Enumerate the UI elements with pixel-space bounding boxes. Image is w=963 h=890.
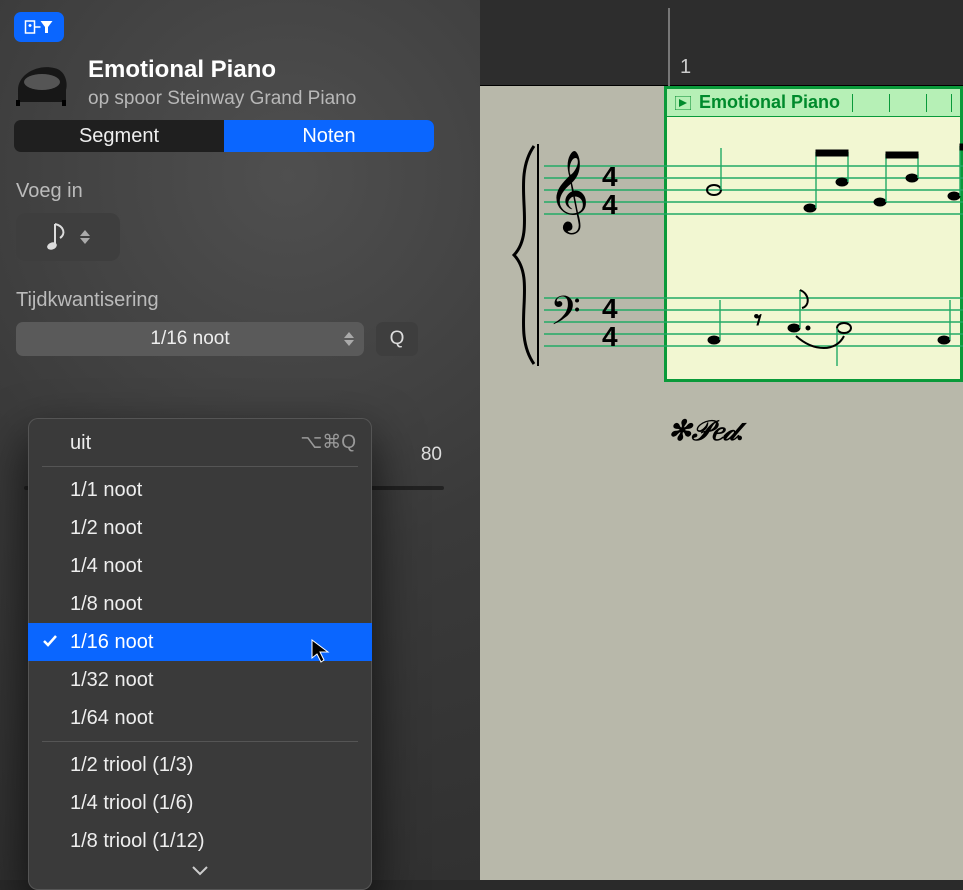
tab-noten[interactable]: Noten bbox=[224, 120, 434, 152]
stepper-icon bbox=[80, 230, 90, 244]
dropdown-item-label: 1/8 triool (1/12) bbox=[70, 830, 205, 852]
notation-area: 𝄞 4 4 bbox=[504, 140, 963, 440]
dropdown-item-label: 1/4 triool (1/6) bbox=[70, 792, 193, 814]
piano-icon bbox=[14, 60, 70, 106]
filter-icon bbox=[24, 18, 54, 36]
quantize-label: Tijdkwantisering bbox=[16, 289, 468, 312]
dropdown-item-off[interactable]: uit ⌥⌘Q bbox=[28, 424, 372, 462]
score-view[interactable]: 1 Emotional Piano 𝄞 bbox=[480, 0, 963, 880]
dropdown-item-label: uit bbox=[70, 432, 91, 454]
dropdown-item-label: 1/16 noot bbox=[70, 631, 153, 653]
svg-text:𝄢: 𝄢 bbox=[550, 290, 581, 343]
treble-staff: 𝄞 4 4 bbox=[544, 142, 963, 252]
dropdown-item-label: 1/2 triool (1/3) bbox=[70, 754, 193, 776]
dropdown-item[interactable]: 1/64 noot bbox=[28, 699, 372, 737]
dropdown-item-label: 1/2 noot bbox=[70, 517, 142, 539]
dropdown-item-label: 1/32 noot bbox=[70, 669, 153, 691]
filter-button[interactable] bbox=[14, 12, 64, 42]
dropdown-separator bbox=[42, 466, 358, 467]
dropdown-item[interactable]: 1/4 triool (1/6) bbox=[28, 784, 372, 822]
svg-text:4: 4 bbox=[602, 161, 618, 192]
svg-text:𝄾: 𝄾 bbox=[754, 304, 762, 337]
segment-noten-tabs: Segment Noten bbox=[14, 120, 434, 152]
svg-text:4: 4 bbox=[602, 321, 618, 352]
tab-segment[interactable]: Segment bbox=[14, 120, 224, 152]
dropdown-shortcut: ⌥⌘Q bbox=[300, 430, 356, 456]
dropdown-item[interactable]: 1/4 noot bbox=[28, 547, 372, 585]
dropdown-item-label: 1/64 noot bbox=[70, 707, 153, 729]
insert-label: Voeg in bbox=[16, 180, 468, 203]
region-ticks bbox=[852, 94, 952, 112]
track-subtitle: op spoor Steinway Grand Piano bbox=[88, 88, 356, 110]
timeline-ruler[interactable]: 1 bbox=[480, 0, 963, 86]
track-title: Emotional Piano bbox=[88, 56, 356, 84]
region-title: Emotional Piano bbox=[699, 92, 840, 113]
quantize-selected-value: 1/16 noot bbox=[150, 328, 229, 350]
chevron-down-icon bbox=[191, 865, 209, 877]
quantize-strength-value: 80 bbox=[382, 444, 442, 466]
region-play-icon bbox=[675, 96, 691, 110]
dropdown-item[interactable]: 1/8 triool (1/12) bbox=[28, 822, 372, 860]
eighth-note-icon bbox=[46, 220, 68, 254]
region-header[interactable]: Emotional Piano bbox=[667, 89, 960, 117]
track-header: Emotional Piano op spoor Steinway Grand … bbox=[14, 56, 468, 110]
stepper-icon bbox=[344, 332, 354, 346]
dropdown-item[interactable]: 1/1 noot bbox=[28, 471, 372, 509]
dropdown-item[interactable]: 1/32 noot bbox=[28, 661, 372, 699]
bass-staff: 𝄢 4 4 𝄾 bbox=[544, 280, 963, 380]
quantize-dropdown: uit ⌥⌘Q 1/1 noot 1/2 noot 1/4 noot 1/8 noot… bbox=[28, 418, 372, 890]
check-icon bbox=[42, 633, 58, 649]
dropdown-more[interactable] bbox=[28, 860, 372, 890]
pedal-marking: ✻𝒫𝑒𝒹. bbox=[668, 414, 744, 448]
svg-text:4: 4 bbox=[602, 293, 618, 324]
quantize-select[interactable]: 1/16 noot bbox=[16, 322, 364, 356]
grand-staff-brace bbox=[504, 140, 544, 370]
svg-text:4: 4 bbox=[602, 189, 618, 220]
dropdown-item-label: 1/8 noot bbox=[70, 593, 142, 615]
note-value-picker[interactable] bbox=[16, 213, 120, 261]
quantize-apply-button[interactable]: Q bbox=[376, 322, 418, 356]
bar-marker bbox=[668, 8, 670, 86]
dropdown-item[interactable]: 1/2 triool (1/3) bbox=[28, 746, 372, 784]
dropdown-item-label: 1/4 noot bbox=[70, 555, 142, 577]
dropdown-item[interactable]: 1/2 noot bbox=[28, 509, 372, 547]
dropdown-item[interactable]: 1/8 noot bbox=[28, 585, 372, 623]
dropdown-separator bbox=[42, 741, 358, 742]
bar-number: 1 bbox=[680, 56, 691, 79]
dropdown-item[interactable]: 1/16 noot bbox=[28, 623, 372, 661]
dropdown-item-label: 1/1 noot bbox=[70, 479, 142, 501]
svg-text:𝄞: 𝄞 bbox=[548, 151, 589, 234]
